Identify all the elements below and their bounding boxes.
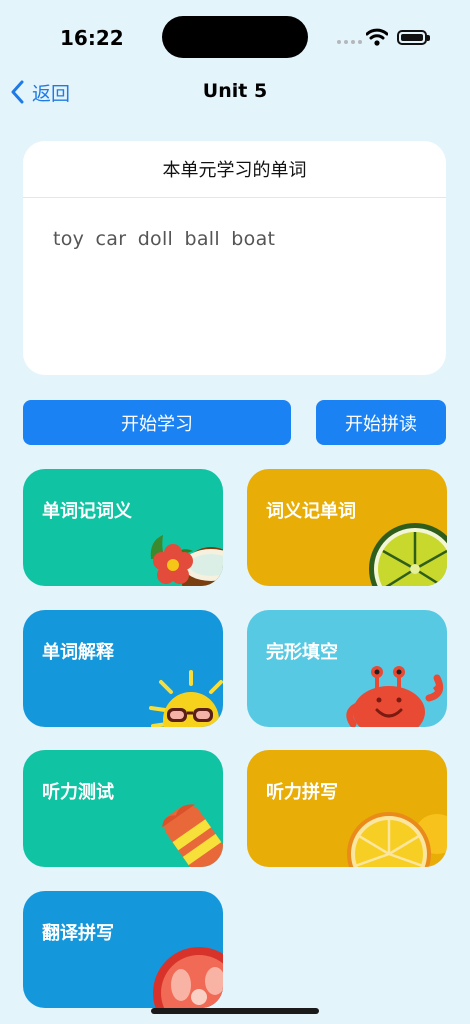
- listening-test-tile[interactable]: 听力测试: [23, 750, 223, 867]
- lemon-slice-icon: [347, 812, 447, 867]
- battery-icon: [397, 30, 430, 45]
- tile-label: 词义记单词: [266, 501, 356, 522]
- tile-label: 单词解释: [42, 642, 114, 663]
- status-time: 16:22: [60, 26, 124, 50]
- popsicle-icon: [162, 804, 223, 867]
- sun-sunglasses-icon: [149, 670, 223, 727]
- tile-label: 完形填空: [266, 642, 338, 663]
- tile-label: 听力拼写: [266, 782, 338, 803]
- tile-label: 听力测试: [42, 782, 114, 803]
- unit-words-title: 本单元学习的单词: [23, 141, 446, 198]
- crab-icon: [346, 666, 444, 727]
- lime-slice-icon: [369, 523, 447, 586]
- dynamic-island: [162, 16, 308, 58]
- home-indicator[interactable]: [151, 1008, 319, 1014]
- wifi-icon: [366, 28, 388, 46]
- translation-spelling-tile[interactable]: 翻译拼写: [23, 891, 223, 1008]
- unit-words-card: 本单元学习的单词 toy car doll ball boat: [23, 141, 446, 375]
- tile-label: 翻译拼写: [42, 923, 114, 944]
- cloze-test-tile[interactable]: 完形填空: [247, 610, 447, 727]
- cellular-signal-icon: [337, 40, 362, 44]
- listening-spelling-tile[interactable]: 听力拼写: [247, 750, 447, 867]
- word-to-meaning-tile[interactable]: 单词记词义: [23, 469, 223, 586]
- meaning-to-word-tile[interactable]: 词义记单词: [247, 469, 447, 586]
- screen: 16:22 返回 Unit 5 本单元学习的单词 toy car doll ba…: [0, 0, 470, 1024]
- unit-words-list: toy car doll ball boat: [53, 228, 276, 250]
- tomato-slice-icon: [153, 947, 223, 1008]
- coconut-flower-icon: [150, 535, 223, 586]
- start-learning-button[interactable]: 开始学习: [23, 400, 291, 445]
- tile-label: 单词记词义: [42, 501, 132, 522]
- word-explanation-tile[interactable]: 单词解释: [23, 610, 223, 727]
- page-title: Unit 5: [202, 80, 268, 102]
- start-phonics-button[interactable]: 开始拼读: [316, 400, 446, 445]
